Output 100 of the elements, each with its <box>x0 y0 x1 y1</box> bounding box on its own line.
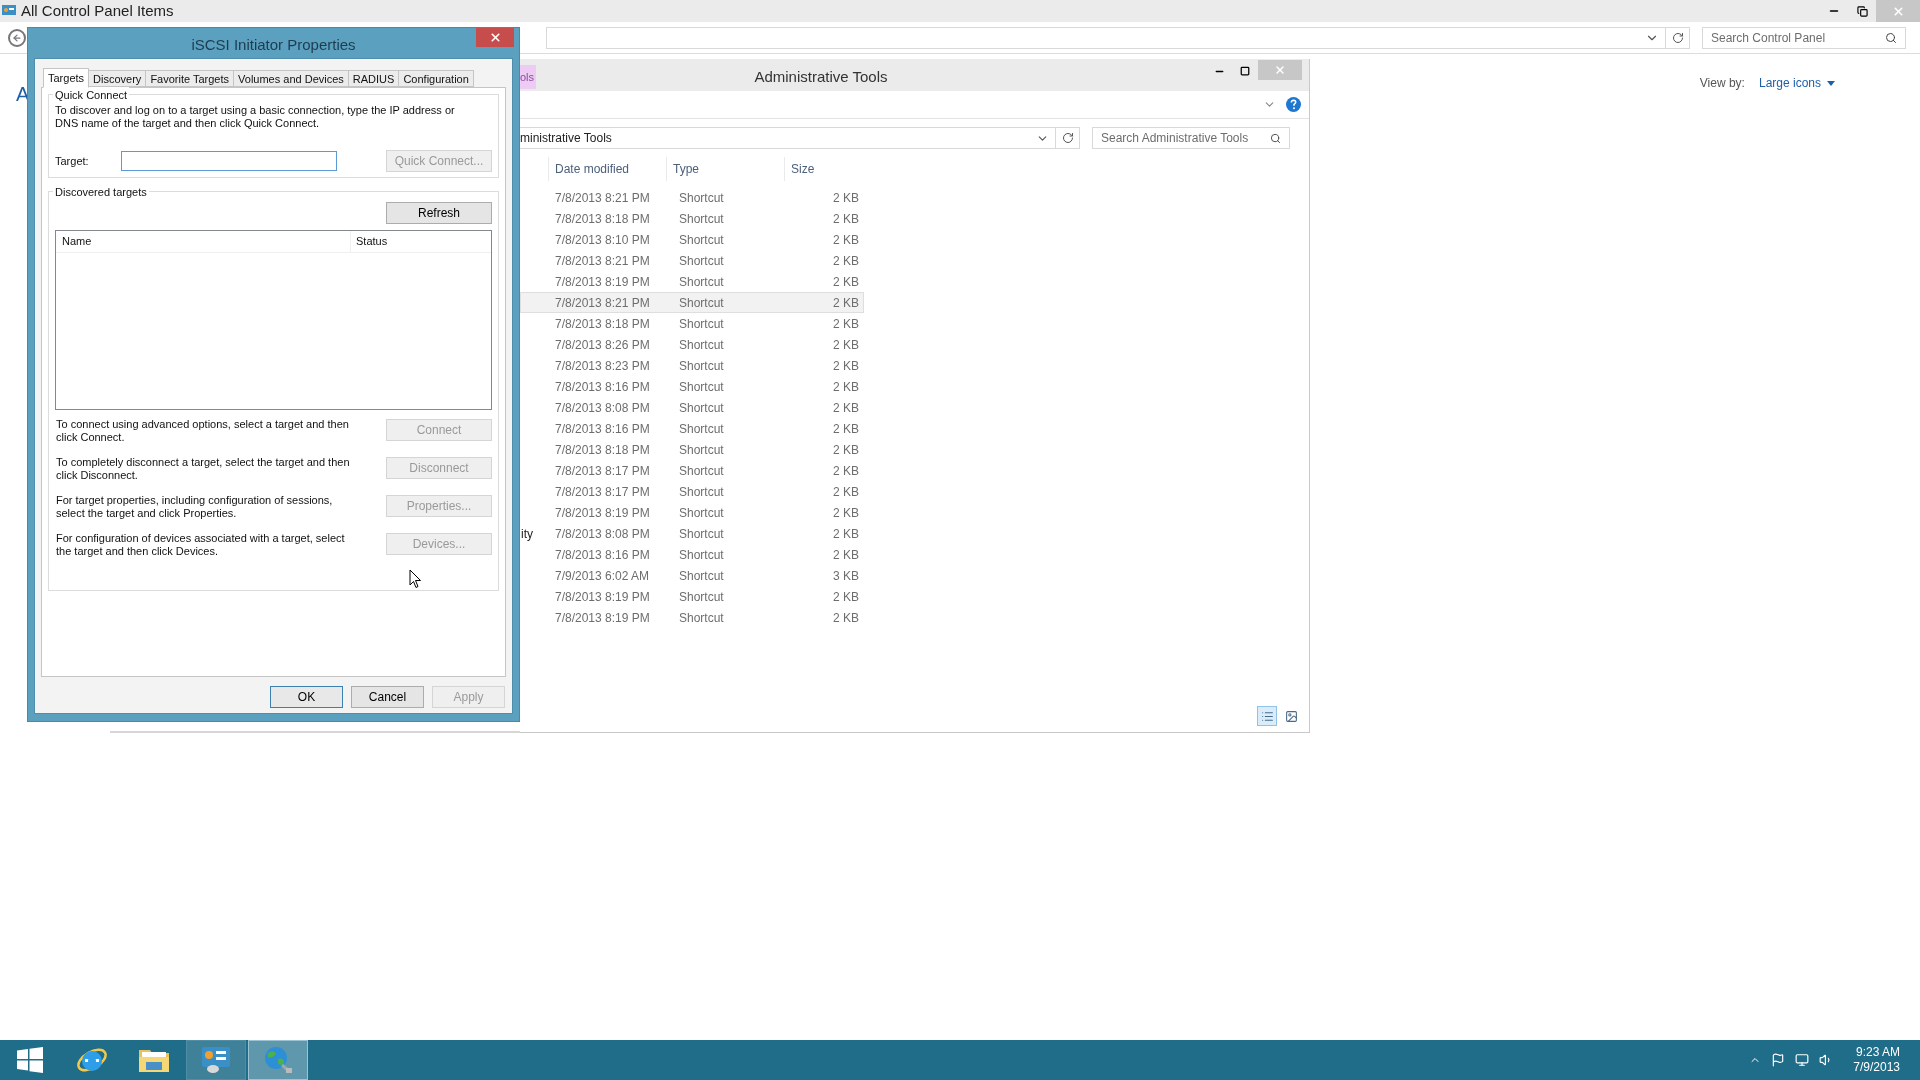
group-label: Quick Connect <box>53 87 130 104</box>
instruction-text: For target properties, including configuration of sessions, select the target and click Properties. <box>55 494 334 520</box>
flag-icon[interactable] <box>1771 1053 1786 1067</box>
details-view-button[interactable] <box>1257 706 1277 726</box>
file-row[interactable]: 7/8/2013 8:16 PM Shortcut 2 KB <box>520 544 864 565</box>
file-name: ity <box>521 526 533 541</box>
file-row[interactable]: 7/8/2013 8:10 PM Shortcut 2 KB <box>520 229 864 250</box>
size-cell-text: 2 KB <box>832 210 859 228</box>
column-header[interactable]: Date modified <box>548 157 666 181</box>
type-cell-text: Shortcut <box>678 462 725 480</box>
file-row[interactable]: 7/8/2013 8:18 PM Shortcut 2 KB <box>520 439 864 460</box>
tab[interactable]: Targets <box>43 68 90 88</box>
column-header[interactable]: Status <box>351 231 491 252</box>
date-cell-text: 7/8/2013 8:16 PM <box>554 420 651 438</box>
date-cell-text: 7/8/2013 8:08 PM <box>554 525 651 543</box>
file-row[interactable]: 7/8/2013 8:16 PM Shortcut 2 KB <box>520 418 864 439</box>
date-cell-text: 7/8/2013 8:19 PM <box>554 273 651 291</box>
column-header[interactable]: Type <box>666 157 784 181</box>
file-row[interactable]: 7/8/2013 8:21 PM Shortcut 2 KB <box>520 292 864 313</box>
window-title: All Control Panel Items <box>21 0 174 21</box>
file-row[interactable]: 7/8/2013 8:21 PM Shortcut 2 KB <box>520 250 864 271</box>
clock[interactable]: 9:23 AM 7/9/2013 <box>1853 1045 1900 1075</box>
type-cell-text: Shortcut <box>678 399 725 417</box>
network-icon[interactable] <box>1795 1053 1810 1067</box>
targets-list[interactable]: Name Status <box>55 230 492 410</box>
date-cell-text: 7/8/2013 8:08 PM <box>554 399 651 417</box>
size-cell-text: 2 KB <box>832 399 859 417</box>
file-row[interactable]: 7/8/2013 8:17 PM Shortcut 2 KB <box>520 460 864 481</box>
target-input[interactable] <box>121 151 337 171</box>
size-cell-text: 2 KB <box>832 504 859 522</box>
close-icon <box>488 31 502 44</box>
file-row[interactable]: ity 7/8/2013 8:08 PM Shortcut 2 KB <box>520 523 864 544</box>
date-cell-text: 7/8/2013 8:17 PM <box>554 462 651 480</box>
file-row[interactable]: 7/8/2013 8:19 PM Shortcut 2 KB <box>520 502 864 523</box>
size-cell-text: 2 KB <box>832 315 859 333</box>
taskbar-button[interactable] <box>186 1040 246 1080</box>
close-icon <box>1891 4 1905 18</box>
dialog-title: iSCSI Initiator Properties <box>191 35 356 55</box>
date-cell-text: 7/8/2013 8:19 PM <box>554 504 651 522</box>
file-row[interactable]: 7/9/2013 6:02 AM Shortcut 3 KB <box>520 565 864 586</box>
size-cell-text: 2 KB <box>832 420 859 438</box>
date-cell-text: 7/8/2013 8:19 PM <box>554 609 651 627</box>
size-cell-text: 2 KB <box>832 378 859 396</box>
file-row[interactable]: 7/8/2013 8:19 PM Shortcut 2 KB <box>520 586 864 607</box>
file-row[interactable]: 7/8/2013 8:18 PM Shortcut 2 KB <box>520 313 864 334</box>
size-cell-text: 2 KB <box>832 294 859 312</box>
date-cell-text: 7/8/2013 8:18 PM <box>554 315 651 333</box>
tab[interactable]: Configuration <box>399 70 474 87</box>
file-row[interactable]: 7/8/2013 8:08 PM Shortcut 2 KB <box>520 397 864 418</box>
address-bar[interactable]: ministrative Tools <box>520 127 1080 149</box>
size-cell-text: 2 KB <box>832 252 859 270</box>
tab[interactable]: RADIUS <box>348 70 400 87</box>
refresh-icon[interactable] <box>1061 132 1074 144</box>
type-cell-text: Shortcut <box>678 420 725 438</box>
file-row[interactable]: 7/8/2013 8:16 PM Shortcut 2 KB <box>520 376 864 397</box>
size-cell-text: 2 KB <box>832 546 859 564</box>
file-row[interactable]: 7/8/2013 8:19 PM Shortcut 2 KB <box>520 607 864 628</box>
tab[interactable]: Volumes and Devices <box>234 70 349 87</box>
file-row[interactable]: 7/8/2013 8:26 PM Shortcut 2 KB <box>520 334 864 355</box>
date-cell-text: 7/8/2013 8:21 PM <box>554 189 651 207</box>
date-cell-text: 7/8/2013 8:23 PM <box>554 357 651 375</box>
windows-logo-icon <box>17 1047 43 1073</box>
refresh-icon[interactable] <box>1671 31 1684 44</box>
size-cell-text: 2 KB <box>832 462 859 480</box>
size-cell-text: 2 KB <box>832 231 859 249</box>
dialog-button[interactable]: Refresh <box>386 202 492 224</box>
file-row[interactable]: 7/8/2013 8:23 PM Shortcut 2 KB <box>520 355 864 376</box>
type-cell-text: Shortcut <box>678 483 725 501</box>
back-arrow-icon <box>12 32 22 43</box>
file-row[interactable]: 7/8/2013 8:21 PM Shortcut 2 KB <box>520 187 864 208</box>
help-icon[interactable] <box>1286 97 1301 112</box>
tab[interactable]: Favorite Targets <box>146 70 235 87</box>
restore-icon <box>1856 5 1868 17</box>
window-title: Administrative Tools <box>754 67 888 87</box>
type-cell-text: Shortcut <box>678 315 725 333</box>
instruction-text: To connect using advanced options, select a target and then click Connect. <box>55 418 350 444</box>
file-row[interactable]: 7/8/2013 8:18 PM Shortcut 2 KB <box>520 208 864 229</box>
date-cell-text: 7/8/2013 8:26 PM <box>554 336 651 354</box>
file-row[interactable]: 7/8/2013 8:19 PM Shortcut 2 KB <box>520 271 864 292</box>
ribbon-tab[interactable]: ols <box>520 65 536 89</box>
column-header[interactable]: Size <box>784 157 864 181</box>
type-cell-text: Shortcut <box>678 189 725 207</box>
dialog-button[interactable]: Cancel <box>351 686 424 708</box>
date-cell-text: 7/8/2013 8:16 PM <box>554 378 651 396</box>
close-button[interactable] <box>476 28 514 47</box>
default-button[interactable]: OK <box>270 686 343 708</box>
date-cell-text: 7/8/2013 8:18 PM <box>554 441 651 459</box>
search-field[interactable]: Search Control Panel <box>1702 26 1906 49</box>
size-cell-text: 2 KB <box>832 336 859 354</box>
type-cell-text: Shortcut <box>678 567 725 585</box>
tab[interactable]: Discovery <box>89 70 147 87</box>
column-header[interactable]: Name <box>56 231 351 252</box>
type-cell-text: Shortcut <box>678 609 725 627</box>
date-cell-text: 7/8/2013 8:19 PM <box>554 588 651 606</box>
search-field[interactable]: Search Administrative Tools <box>1092 127 1290 149</box>
type-cell-text: Shortcut <box>678 441 725 459</box>
view-by-dropdown[interactable]: Large icons <box>1758 74 1835 92</box>
file-row[interactable]: 7/8/2013 8:17 PM Shortcut 2 KB <box>520 481 864 502</box>
type-cell-text: Shortcut <box>678 504 725 522</box>
search-icon <box>1270 132 1281 144</box>
